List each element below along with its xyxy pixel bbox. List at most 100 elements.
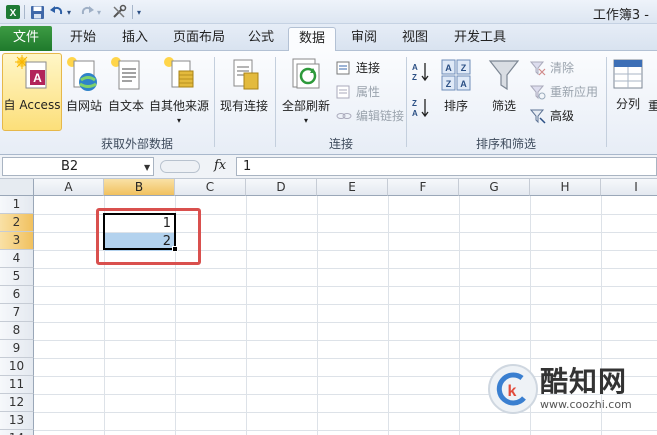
existing-connections-icon <box>233 59 259 90</box>
row-header-13[interactable]: 13 <box>0 412 34 430</box>
insert-function-icon[interactable]: fx <box>214 158 226 173</box>
tab-view[interactable]: 视图 <box>394 27 436 51</box>
svg-text:A: A <box>412 109 418 118</box>
advanced-filter-label: 高级 <box>550 109 575 123</box>
clear-filter-icon <box>530 61 546 75</box>
column-header-a[interactable]: A <box>34 179 104 196</box>
group-separator <box>406 57 407 147</box>
column-header-h[interactable]: H <box>530 179 601 196</box>
connections-icon <box>336 61 350 74</box>
redo-dropdown[interactable]: ▾ <box>94 3 104 21</box>
link-icon <box>336 112 352 119</box>
tab-formulas[interactable]: 公式 <box>240 27 282 51</box>
column-header-i[interactable]: I <box>601 179 657 196</box>
filter-label: 筛选 <box>491 99 516 113</box>
svg-text:Z: Z <box>446 79 452 89</box>
row-header-10[interactable]: 10 <box>0 358 34 376</box>
edit-links-button[interactable]: 编辑链接 <box>336 107 404 124</box>
refresh-all-button[interactable]: 全部刷新 ▾ <box>278 55 334 131</box>
gridline <box>34 322 657 323</box>
text-to-columns-icon <box>613 59 643 89</box>
tab-review[interactable]: 审阅 <box>342 27 386 51</box>
watermark-name: 酷知网 <box>540 365 628 398</box>
gridline <box>34 304 657 305</box>
row-header-2[interactable]: 2 <box>0 214 34 232</box>
clear-filter-button[interactable]: 清除 <box>530 59 574 76</box>
sort-label: 排序 <box>443 99 468 113</box>
tab-data[interactable]: 数据 <box>288 27 336 52</box>
formula-input[interactable]: 1 <box>236 157 657 176</box>
existing-connections-button[interactable]: 现有连接 <box>218 55 270 131</box>
remove-duplicates-label: 重 <box>648 99 657 113</box>
from-other-sources-button[interactable]: 自其他来源 ▾ <box>148 55 210 131</box>
tab-page-layout[interactable]: 页面布局 <box>164 27 234 51</box>
column-header-d[interactable]: D <box>246 179 317 196</box>
row-header-11[interactable]: 11 <box>0 376 34 394</box>
customize-quick-access[interactable]: ▾ <box>134 3 144 21</box>
formula-bar-expander[interactable] <box>160 160 200 173</box>
tab-developer[interactable]: 开发工具 <box>444 27 516 51</box>
undo-dropdown[interactable]: ▾ <box>64 3 74 21</box>
row-header-6[interactable]: 6 <box>0 286 34 304</box>
coozhi-logo-icon: k <box>488 364 538 414</box>
filter-button[interactable]: 筛选 <box>484 57 524 131</box>
row-header-14[interactable]: 14 <box>0 430 34 435</box>
tab-file[interactable]: 文件 <box>0 26 52 51</box>
name-box[interactable]: B2 <box>2 157 154 176</box>
gridline <box>34 268 657 269</box>
row-header-7[interactable]: 7 <box>0 304 34 322</box>
gridline <box>34 340 657 341</box>
from-web-label: 自网站 <box>65 99 102 113</box>
sort-ascending-button[interactable]: AZ <box>410 61 432 85</box>
access-icon: A <box>15 55 47 89</box>
column-header-b[interactable]: B <box>104 179 175 196</box>
row-header-8[interactable]: 8 <box>0 322 34 340</box>
tab-home[interactable]: 开始 <box>60 27 106 51</box>
other-sources-dropdown[interactable]: ▾ <box>148 116 210 125</box>
refresh-all-dropdown[interactable]: ▾ <box>278 116 334 125</box>
name-box-dropdown-icon[interactable]: ▼ <box>144 163 150 172</box>
column-header-g[interactable]: G <box>459 179 530 196</box>
from-text-label: 自文本 <box>107 99 144 113</box>
existing-connections-label: 现有连接 <box>219 99 268 113</box>
reapply-button[interactable]: 重新应用 <box>530 83 598 100</box>
gridline <box>34 430 657 431</box>
refresh-all-label: 全部刷新 <box>281 99 330 113</box>
properties-button[interactable]: 属性 <box>336 83 380 100</box>
from-text-button[interactable]: 自文本 <box>106 55 146 131</box>
text-to-columns-button[interactable]: 分列 <box>610 55 646 131</box>
tools-icon[interactable] <box>110 3 128 21</box>
connections-button[interactable]: 连接 <box>336 59 380 76</box>
row-header-4[interactable]: 4 <box>0 250 34 268</box>
row-header-5[interactable]: 5 <box>0 268 34 286</box>
group-separator <box>275 57 276 147</box>
advanced-filter-icon <box>530 109 546 124</box>
column-header-f[interactable]: F <box>388 179 459 196</box>
remove-duplicates-button[interactable]: 重 <box>648 95 657 119</box>
advanced-filter-button[interactable]: 高级 <box>530 107 574 124</box>
save-icon[interactable] <box>28 3 46 21</box>
select-all-corner[interactable] <box>0 179 34 196</box>
row-header-9[interactable]: 9 <box>0 340 34 358</box>
svg-text:X: X <box>10 8 17 19</box>
sort-dialog-icon: A Z Z A <box>441 59 471 91</box>
sort-az-icon: AZ <box>412 63 429 82</box>
svg-text:A: A <box>460 79 467 89</box>
tab-insert[interactable]: 插入 <box>112 27 158 51</box>
row-header-3[interactable]: 3 <box>0 232 34 250</box>
from-access-button[interactable]: A 自 Access <box>2 53 62 131</box>
row-header-1[interactable]: 1 <box>0 196 34 214</box>
filter-funnel-icon <box>488 60 520 91</box>
from-web-button[interactable]: 自网站 <box>64 55 104 131</box>
from-access-label: 自 Access <box>3 98 61 112</box>
text-to-columns-label: 分列 <box>615 97 640 111</box>
column-header-e[interactable]: E <box>317 179 388 196</box>
row-header-12[interactable]: 12 <box>0 394 34 412</box>
edit-links-label: 编辑链接 <box>356 109 405 123</box>
column-header-c[interactable]: C <box>175 179 246 196</box>
properties-icon <box>336 85 350 98</box>
sort-descending-button[interactable]: ZA <box>410 97 432 121</box>
refresh-icon <box>292 58 320 89</box>
sort-button[interactable]: A Z Z A 排序 <box>438 57 474 131</box>
svg-text:Z: Z <box>412 99 417 108</box>
